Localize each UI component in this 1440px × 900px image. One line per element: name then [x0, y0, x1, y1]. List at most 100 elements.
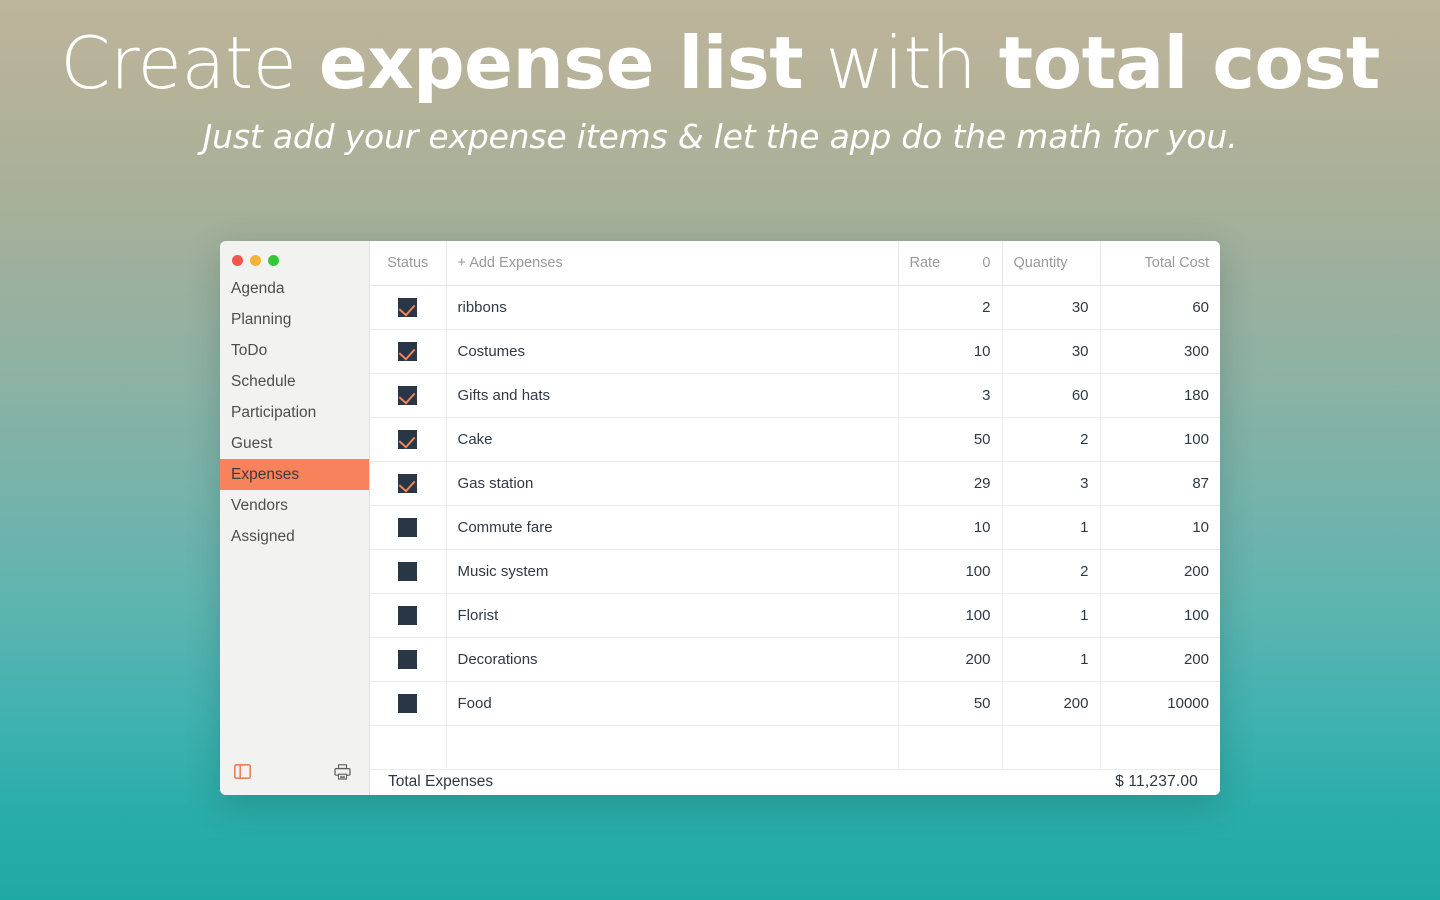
- row-name-cell[interactable]: Florist: [446, 593, 899, 638]
- row-status-cell[interactable]: [370, 285, 447, 330]
- row-rate-cell[interactable]: 50: [898, 681, 1003, 726]
- table-row[interactable]: Food 50 200 10000: [370, 681, 1220, 726]
- row-status-cell[interactable]: [370, 637, 447, 682]
- row-rate-cell[interactable]: 3: [898, 373, 1003, 418]
- row-status-cell[interactable]: [370, 549, 447, 594]
- sidebar-item-vendors[interactable]: Vendors: [220, 490, 369, 521]
- row-rate-cell[interactable]: 2: [898, 285, 1003, 330]
- add-expenses-column-header[interactable]: + Add Expenses: [446, 241, 899, 286]
- column-header-rate[interactable]: Rate 0: [898, 241, 1003, 286]
- table-row[interactable]: ribbons 2 30 60: [370, 285, 1220, 330]
- table-row[interactable]: Gifts and hats 3 60 180: [370, 373, 1220, 418]
- column-header-status[interactable]: Status: [370, 241, 447, 286]
- page-subtitle: Just add your expense items & let the ap…: [202, 116, 1238, 156]
- sidebar-toggle-icon[interactable]: [234, 764, 251, 779]
- status-checkbox-checked[interactable]: [398, 341, 418, 361]
- row-quantity-cell[interactable]: 200: [1002, 681, 1101, 726]
- row-name-cell[interactable]: Music system: [446, 549, 899, 594]
- totals-bar: Total Expenses $ 11,237.00: [370, 769, 1220, 795]
- empty-status-cell[interactable]: [370, 725, 447, 770]
- app-window: Agenda Planning ToDo Schedule Participat…: [220, 241, 1220, 795]
- row-name-cell[interactable]: Decorations: [446, 637, 899, 682]
- sidebar-item-expenses[interactable]: Expenses: [220, 459, 369, 490]
- row-quantity-cell[interactable]: 1: [1002, 505, 1101, 550]
- sidebar-item-schedule[interactable]: Schedule: [220, 366, 369, 397]
- row-rate-cell[interactable]: 10: [898, 329, 1003, 374]
- empty-rate-cell[interactable]: [898, 725, 1003, 770]
- row-status-cell[interactable]: [370, 593, 447, 638]
- row-status-cell[interactable]: [370, 461, 447, 506]
- row-status-cell[interactable]: [370, 329, 447, 374]
- close-button[interactable]: [232, 254, 243, 266]
- table-row[interactable]: Commute fare 10 1 10: [370, 505, 1220, 550]
- page-title-part-2: expense list: [318, 21, 804, 105]
- table-row[interactable]: Florist 100 1 100: [370, 593, 1220, 638]
- status-checkbox-checked[interactable]: [398, 385, 418, 405]
- printer-icon[interactable]: [334, 763, 351, 780]
- column-header-rate-label: Rate: [909, 254, 941, 271]
- table-row[interactable]: Decorations 200 1 200: [370, 637, 1220, 682]
- table-row[interactable]: Costumes 10 30 300: [370, 329, 1220, 374]
- total-expenses-amount: $ 11,237.00: [1115, 773, 1198, 791]
- row-quantity-cell[interactable]: 1: [1002, 637, 1101, 682]
- status-checkbox-unchecked[interactable]: [398, 649, 418, 669]
- total-expenses-label: Total Expenses: [388, 773, 494, 791]
- row-quantity-cell[interactable]: 60: [1002, 373, 1101, 418]
- zoom-button[interactable]: [268, 254, 279, 266]
- row-quantity-cell[interactable]: 30: [1002, 329, 1101, 374]
- row-status-cell[interactable]: [370, 373, 447, 418]
- row-rate-cell[interactable]: 100: [898, 549, 1003, 594]
- sidebar-item-label: Planning: [231, 311, 292, 328]
- row-status-cell[interactable]: [370, 681, 447, 726]
- row-rate-cell[interactable]: 10: [898, 505, 1003, 550]
- status-checkbox-checked[interactable]: [398, 429, 418, 449]
- table-empty-row[interactable]: [370, 725, 1220, 770]
- sidebar-item-label: ToDo: [231, 342, 268, 359]
- table-row[interactable]: Music system 100 2 200: [370, 549, 1220, 594]
- sidebar-item-todo[interactable]: ToDo: [220, 335, 369, 366]
- row-name-cell[interactable]: Gifts and hats: [446, 373, 899, 418]
- row-total-cell: 10: [1100, 505, 1220, 550]
- sidebar-item-label: Guest: [231, 435, 273, 452]
- row-quantity-cell[interactable]: 2: [1002, 549, 1101, 594]
- status-checkbox-checked[interactable]: [398, 297, 418, 317]
- sidebar-item-assigned[interactable]: Assigned: [220, 521, 369, 552]
- row-name-cell[interactable]: Costumes: [446, 329, 899, 374]
- row-rate-cell[interactable]: 50: [898, 417, 1003, 462]
- row-rate-cell[interactable]: 100: [898, 593, 1003, 638]
- row-name-cell[interactable]: ribbons: [446, 285, 899, 330]
- sidebar-item-guest[interactable]: Guest: [220, 428, 369, 459]
- row-quantity-cell[interactable]: 30: [1002, 285, 1101, 330]
- row-quantity-cell[interactable]: 3: [1002, 461, 1101, 506]
- sidebar-item-participation[interactable]: Participation: [220, 397, 369, 428]
- empty-quantity-cell[interactable]: [1002, 725, 1101, 770]
- status-checkbox-checked[interactable]: [398, 473, 418, 493]
- row-rate-cell[interactable]: 200: [898, 637, 1003, 682]
- row-name-cell[interactable]: Food: [446, 681, 899, 726]
- column-header-quantity[interactable]: Quantity: [1002, 241, 1101, 286]
- status-checkbox-unchecked[interactable]: [398, 517, 418, 537]
- row-name-cell[interactable]: Gas station: [446, 461, 899, 506]
- row-total-cell: 87: [1100, 461, 1220, 506]
- sidebar-item-label: Expenses: [231, 466, 300, 483]
- empty-name-cell[interactable]: [446, 725, 899, 770]
- status-checkbox-unchecked[interactable]: [398, 693, 418, 713]
- row-name-cell[interactable]: Cake: [446, 417, 899, 462]
- rate-column-sum: 0: [982, 254, 991, 271]
- table-row[interactable]: Gas station 29 3 87: [370, 461, 1220, 506]
- row-rate-cell[interactable]: 29: [898, 461, 1003, 506]
- status-checkbox-unchecked[interactable]: [398, 605, 418, 625]
- sidebar-item-agenda[interactable]: Agenda: [220, 273, 369, 304]
- row-name-cell[interactable]: Commute fare: [446, 505, 899, 550]
- sidebar-item-planning[interactable]: Planning: [220, 304, 369, 335]
- table-row[interactable]: Cake 50 2 100: [370, 417, 1220, 462]
- row-quantity-cell[interactable]: 1: [1002, 593, 1101, 638]
- row-total-cell: 200: [1100, 637, 1220, 682]
- column-header-total-cost[interactable]: Total Cost: [1100, 241, 1220, 286]
- minimize-button[interactable]: [250, 254, 261, 266]
- row-status-cell[interactable]: [370, 505, 447, 550]
- row-total-cell: 100: [1100, 593, 1220, 638]
- status-checkbox-unchecked[interactable]: [398, 561, 418, 581]
- row-quantity-cell[interactable]: 2: [1002, 417, 1101, 462]
- row-status-cell[interactable]: [370, 417, 447, 462]
